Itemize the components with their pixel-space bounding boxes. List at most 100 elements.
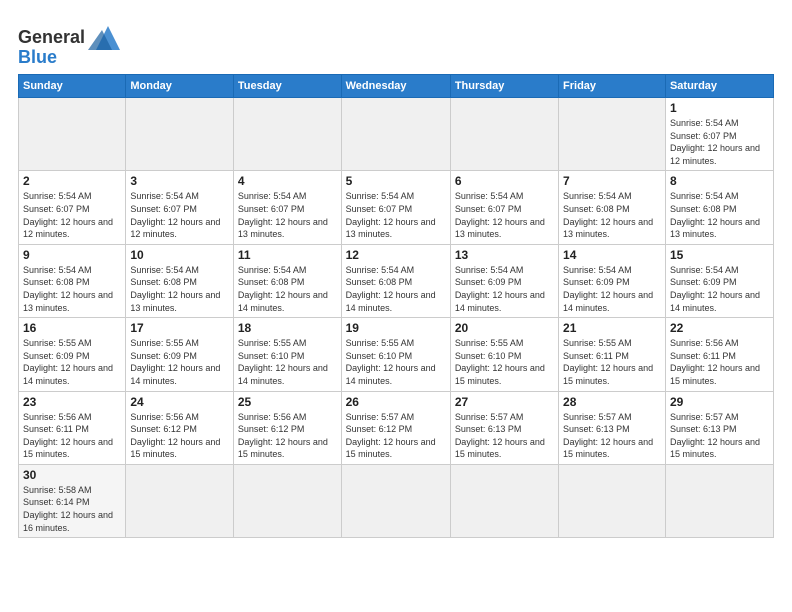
col-thursday: Thursday (450, 75, 558, 98)
calendar-cell: 23Sunrise: 5:56 AM Sunset: 6:11 PM Dayli… (19, 391, 126, 464)
day-number: 7 (563, 174, 661, 188)
day-info: Sunrise: 5:54 AM Sunset: 6:09 PM Dayligh… (563, 264, 661, 314)
calendar-cell: 5Sunrise: 5:54 AM Sunset: 6:07 PM Daylig… (341, 171, 450, 244)
day-number: 8 (670, 174, 769, 188)
day-number: 25 (238, 395, 337, 409)
day-number: 5 (346, 174, 446, 188)
day-number: 2 (23, 174, 121, 188)
calendar-cell: 26Sunrise: 5:57 AM Sunset: 6:12 PM Dayli… (341, 391, 450, 464)
day-number: 4 (238, 174, 337, 188)
day-info: Sunrise: 5:55 AM Sunset: 6:09 PM Dayligh… (130, 337, 229, 387)
day-number: 10 (130, 248, 229, 262)
calendar-cell: 30Sunrise: 5:58 AM Sunset: 6:14 PM Dayli… (19, 464, 126, 537)
day-number: 19 (346, 321, 446, 335)
day-number: 15 (670, 248, 769, 262)
calendar-cell: 17Sunrise: 5:55 AM Sunset: 6:09 PM Dayli… (126, 318, 234, 391)
day-info: Sunrise: 5:57 AM Sunset: 6:13 PM Dayligh… (455, 411, 554, 461)
header: General Blue (18, 18, 774, 66)
day-number: 14 (563, 248, 661, 262)
day-info: Sunrise: 5:54 AM Sunset: 6:07 PM Dayligh… (670, 117, 769, 167)
day-number: 9 (23, 248, 121, 262)
calendar-cell (19, 98, 126, 171)
day-number: 3 (130, 174, 229, 188)
calendar-cell: 4 Sunrise: 5:54 AM Sunset: 6:07 PM Daylig… (233, 171, 341, 244)
day-info: Sunrise: 5:54 AM Sunset: 6:08 PM Dayligh… (238, 264, 337, 314)
day-info: Sunrise: 5:56 AM Sunset: 6:11 PM Dayligh… (23, 411, 121, 461)
day-number: 18 (238, 321, 337, 335)
calendar-cell: 20Sunrise: 5:55 AM Sunset: 6:10 PM Dayli… (450, 318, 558, 391)
day-number: 11 (238, 248, 337, 262)
calendar-week-5: 23Sunrise: 5:56 AM Sunset: 6:11 PM Dayli… (19, 391, 774, 464)
calendar-cell (341, 98, 450, 171)
day-info: Sunrise: 5:54 AM Sunset: 6:07 PM Dayligh… (238, 190, 337, 240)
day-info: Sunrise: 5:54 AM Sunset: 6:08 PM Dayligh… (563, 190, 661, 240)
calendar-week-2: 2 Sunrise: 5:54 AM Sunset: 6:07 PM Daylig… (19, 171, 774, 244)
calendar-cell: 18Sunrise: 5:55 AM Sunset: 6:10 PM Dayli… (233, 318, 341, 391)
logo: General Blue (18, 22, 128, 66)
day-number: 12 (346, 248, 446, 262)
calendar-week-4: 16 Sunrise: 5:55 AM Sunset: 6:09 PM Dayli… (19, 318, 774, 391)
calendar-cell: 10 Sunrise: 5:54 AM Sunset: 6:08 PM Dayli… (126, 244, 234, 317)
calendar-cell (126, 98, 234, 171)
day-info: Sunrise: 5:54 AM Sunset: 6:07 PM Dayligh… (23, 190, 121, 240)
day-info: Sunrise: 5:55 AM Sunset: 6:11 PM Dayligh… (563, 337, 661, 387)
calendar-cell: 21Sunrise: 5:55 AM Sunset: 6:11 PM Dayli… (559, 318, 666, 391)
day-number: 13 (455, 248, 554, 262)
col-monday: Monday (126, 75, 234, 98)
calendar-cell (559, 464, 666, 537)
calendar-cell: 2 Sunrise: 5:54 AM Sunset: 6:07 PM Daylig… (19, 171, 126, 244)
day-info: Sunrise: 5:57 AM Sunset: 6:13 PM Dayligh… (563, 411, 661, 461)
day-number: 6 (455, 174, 554, 188)
calendar-cell (233, 464, 341, 537)
calendar-cell: 28 Sunrise: 5:57 AM Sunset: 6:13 PM Dayli… (559, 391, 666, 464)
calendar-cell: 11 Sunrise: 5:54 AM Sunset: 6:08 PM Dayli… (233, 244, 341, 317)
calendar-cell: 1Sunrise: 5:54 AM Sunset: 6:07 PM Daylig… (665, 98, 773, 171)
day-info: Sunrise: 5:54 AM Sunset: 6:07 PM Dayligh… (130, 190, 229, 240)
calendar-cell: 9 Sunrise: 5:54 AM Sunset: 6:08 PM Daylig… (19, 244, 126, 317)
col-tuesday: Tuesday (233, 75, 341, 98)
calendar-cell (233, 98, 341, 171)
calendar: Sunday Monday Tuesday Wednesday Thursday… (18, 74, 774, 538)
calendar-cell: 7 Sunrise: 5:54 AM Sunset: 6:08 PM Daylig… (559, 171, 666, 244)
col-friday: Friday (559, 75, 666, 98)
calendar-week-1: 1Sunrise: 5:54 AM Sunset: 6:07 PM Daylig… (19, 98, 774, 171)
day-info: Sunrise: 5:54 AM Sunset: 6:08 PM Dayligh… (670, 190, 769, 240)
day-info: Sunrise: 5:58 AM Sunset: 6:14 PM Dayligh… (23, 484, 121, 534)
col-saturday: Saturday (665, 75, 773, 98)
calendar-week-6: 30Sunrise: 5:58 AM Sunset: 6:14 PM Dayli… (19, 464, 774, 537)
day-info: Sunrise: 5:54 AM Sunset: 6:08 PM Dayligh… (130, 264, 229, 314)
day-number: 16 (23, 321, 121, 335)
calendar-cell (450, 98, 558, 171)
day-info: Sunrise: 5:57 AM Sunset: 6:13 PM Dayligh… (670, 411, 769, 461)
logo-text-blue: Blue (18, 48, 57, 66)
day-number: 26 (346, 395, 446, 409)
calendar-cell: 6 Sunrise: 5:54 AM Sunset: 6:07 PM Daylig… (450, 171, 558, 244)
calendar-cell: 29 Sunrise: 5:57 AM Sunset: 6:13 PM Dayli… (665, 391, 773, 464)
day-info: Sunrise: 5:54 AM Sunset: 6:08 PM Dayligh… (23, 264, 121, 314)
calendar-cell (665, 464, 773, 537)
day-info: Sunrise: 5:54 AM Sunset: 6:09 PM Dayligh… (670, 264, 769, 314)
day-info: Sunrise: 5:54 AM Sunset: 6:07 PM Dayligh… (455, 190, 554, 240)
calendar-cell: 13 Sunrise: 5:54 AM Sunset: 6:09 PM Dayli… (450, 244, 558, 317)
day-info: Sunrise: 5:55 AM Sunset: 6:10 PM Dayligh… (455, 337, 554, 387)
calendar-week-3: 9 Sunrise: 5:54 AM Sunset: 6:08 PM Daylig… (19, 244, 774, 317)
day-info: Sunrise: 5:56 AM Sunset: 6:11 PM Dayligh… (670, 337, 769, 387)
calendar-cell (126, 464, 234, 537)
calendar-cell: 19Sunrise: 5:55 AM Sunset: 6:10 PM Dayli… (341, 318, 450, 391)
page: General Blue Sunday Monday Tuesday Wedne… (0, 0, 792, 612)
day-number: 27 (455, 395, 554, 409)
calendar-cell: 12 Sunrise: 5:54 AM Sunset: 6:08 PM Dayli… (341, 244, 450, 317)
day-info: Sunrise: 5:54 AM Sunset: 6:09 PM Dayligh… (455, 264, 554, 314)
day-number: 29 (670, 395, 769, 409)
col-wednesday: Wednesday (341, 75, 450, 98)
day-info: Sunrise: 5:54 AM Sunset: 6:08 PM Dayligh… (346, 264, 446, 314)
day-number: 28 (563, 395, 661, 409)
calendar-cell: 14 Sunrise: 5:54 AM Sunset: 6:09 PM Dayli… (559, 244, 666, 317)
calendar-cell (341, 464, 450, 537)
day-info: Sunrise: 5:55 AM Sunset: 6:09 PM Dayligh… (23, 337, 121, 387)
day-number: 22 (670, 321, 769, 335)
calendar-cell: 25Sunrise: 5:56 AM Sunset: 6:12 PM Dayli… (233, 391, 341, 464)
calendar-cell: 27 Sunrise: 5:57 AM Sunset: 6:13 PM Dayli… (450, 391, 558, 464)
calendar-cell (559, 98, 666, 171)
logo-icon (88, 22, 128, 52)
